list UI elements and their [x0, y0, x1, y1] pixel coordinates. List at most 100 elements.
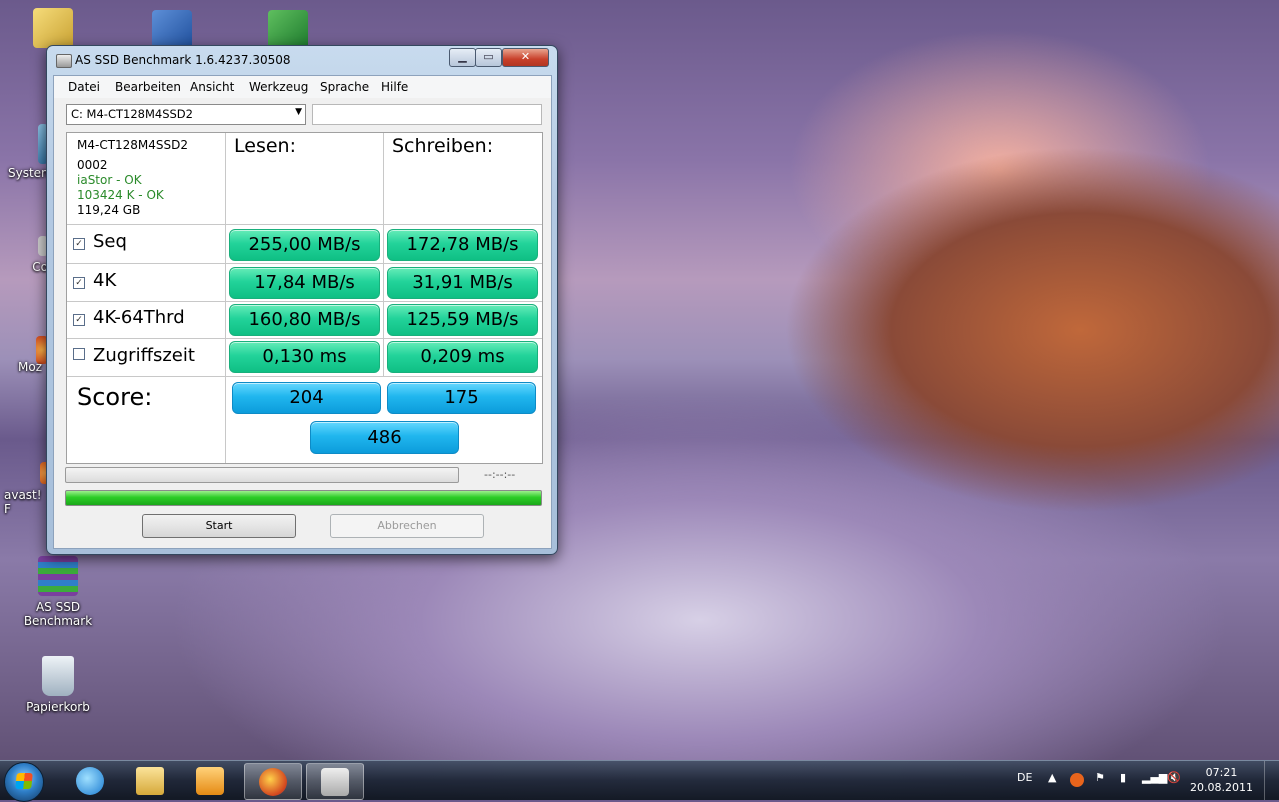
menu-sprache[interactable]: Sprache [320, 80, 369, 94]
drive-model: M4-CT128M4SSD2 [77, 138, 189, 152]
language-indicator[interactable]: DE [1017, 771, 1032, 784]
desktop-icon-label: Co [32, 260, 48, 274]
driver-status: iaStor - OK [77, 173, 142, 187]
4k-read-value: 17,84 MB/s [229, 267, 380, 299]
as-ssd-window: AS SSD Benchmark 1.6.4237.30508 ▁ ▭ ✕ Da… [46, 45, 558, 555]
score-read: 204 [232, 382, 381, 414]
access-checkbox[interactable] [73, 348, 85, 360]
recycle-bin-icon [42, 656, 74, 696]
write-header: Schreiben: [392, 135, 494, 157]
start-button[interactable] [4, 762, 44, 802]
taskbar-media-player[interactable] [182, 763, 238, 798]
test-progress-bar [65, 467, 459, 483]
score-label: Score: [77, 383, 153, 411]
word-icon [152, 10, 192, 50]
show-desktop-button[interactable] [1264, 761, 1279, 800]
access-label-text: Zugriffszeit [93, 345, 195, 366]
row-seq-label: ✓ Seq [73, 231, 127, 252]
row-4k-label-cell: ✓ 4K [67, 264, 226, 302]
4k64-label-text: 4K-64Thrd [93, 307, 185, 328]
desktop-icon-avast[interactable]: avast! F [4, 462, 50, 516]
network-icon[interactable]: ▂▄▆ [1142, 771, 1167, 784]
score-write: 175 [387, 382, 536, 414]
taskbar-as-ssd[interactable] [306, 763, 364, 800]
clock[interactable]: 07:21 20.08.2011 [1190, 765, 1253, 795]
access-read-value: 0,130 ms [229, 341, 380, 373]
start-button[interactable]: Start [142, 514, 296, 538]
media-player-icon [196, 767, 224, 795]
seq-write-value: 172,78 MB/s [387, 229, 538, 261]
menu-ansicht[interactable]: Ansicht [190, 80, 234, 94]
app-icon [56, 54, 72, 68]
access-write-value: 0,209 ms [387, 341, 538, 373]
title-bar[interactable]: AS SSD Benchmark 1.6.4237.30508 ▁ ▭ ✕ [47, 46, 557, 74]
tray-expand-icon[interactable]: ▲ [1048, 771, 1056, 784]
score-total: 486 [310, 421, 459, 454]
drive-info-cell: M4-CT128M4SSD2 0002 iaStor - OK 103424 K… [67, 133, 226, 225]
menu-werkzeug[interactable]: Werkzeug [249, 80, 308, 94]
write-header-cell: Schreiben: [384, 133, 542, 225]
avast-tray-icon[interactable] [1070, 773, 1084, 787]
winrar-icon [38, 556, 78, 596]
read-header-cell: Lesen: [226, 133, 384, 225]
elapsed-time: --:--:-- [484, 468, 516, 481]
desktop-icon-label: Papierkorb [26, 700, 90, 714]
menu-hilfe[interactable]: Hilfe [381, 80, 408, 94]
cancel-button[interactable]: Abbrechen [330, 514, 484, 538]
drive-select[interactable]: C: M4-CT128M4SSD2 ▼ [66, 104, 306, 125]
as-ssd-icon [321, 768, 349, 796]
row-4k-label: ✓ 4K [73, 270, 116, 291]
row-access-label: Zugriffszeit [73, 345, 195, 366]
taskbar-explorer[interactable] [122, 763, 178, 798]
minimize-button[interactable]: ▁ [449, 48, 476, 67]
desktop-icon-label: Systen [8, 166, 49, 180]
desktop-icon-asssd[interactable]: AS SSD Benchmark [6, 556, 110, 628]
excel-icon [268, 10, 308, 50]
seq-label-text: Seq [93, 231, 127, 252]
row-4k64-label-cell: ✓ 4K-64Thrd [67, 302, 226, 339]
alignment-status: 103424 K - OK [77, 188, 164, 202]
desktop-icon-mozilla[interactable]: Moz [18, 336, 48, 374]
desktop-icon-label: avast! F [4, 488, 42, 516]
firefox-icon [259, 768, 287, 796]
maximize-button[interactable]: ▭ [475, 48, 502, 67]
menu-datei[interactable]: Datei [68, 80, 100, 94]
clock-time: 07:21 [1205, 766, 1238, 779]
battery-icon[interactable]: ▮ [1120, 771, 1126, 784]
4k64-read-value: 160,80 MB/s [229, 304, 380, 336]
desktop-icon-label: AS SSD Benchmark [23, 600, 93, 628]
internet-explorer-icon [76, 767, 104, 795]
read-header: Lesen: [234, 135, 296, 157]
volume-muted-icon[interactable]: 🔇 [1167, 771, 1181, 784]
close-button[interactable]: ✕ [502, 48, 549, 67]
chevron-down-icon: ▼ [295, 107, 302, 117]
desktop-icon-co[interactable]: Co [28, 236, 48, 274]
folder-icon [136, 767, 164, 795]
desktop-icon-recycle-bin[interactable]: Papierkorb [18, 656, 98, 714]
overall-progress-bar [65, 490, 542, 506]
taskbar-firefox[interactable] [244, 763, 302, 800]
menu-bar: Datei Bearbeiten Ansicht Werkzeug Sprach… [54, 76, 551, 98]
flag-icon[interactable]: ⚑ [1095, 771, 1105, 784]
taskbar: DE ▲ ⚑ ▮ ▂▄▆ 🔇 07:21 20.08.2011 [0, 760, 1279, 802]
window-title: AS SSD Benchmark 1.6.4237.30508 [75, 53, 291, 67]
desktop-icon-label: Moz [18, 360, 42, 374]
seq-checkbox[interactable]: ✓ [73, 238, 85, 250]
drive-select-value: C: M4-CT128M4SSD2 [71, 107, 193, 121]
4k-checkbox[interactable]: ✓ [73, 277, 85, 289]
results-grid: M4-CT128M4SSD2 0002 iaStor - OK 103424 K… [66, 132, 543, 464]
taskbar-ie[interactable] [62, 763, 118, 798]
folder-icon [33, 8, 73, 48]
clock-date: 20.08.2011 [1190, 781, 1253, 794]
desktop-icon-system[interactable]: Systen [8, 124, 49, 180]
4k64-write-value: 125,59 MB/s [387, 304, 538, 336]
window-client: Datei Bearbeiten Ansicht Werkzeug Sprach… [53, 75, 552, 549]
4k64-checkbox[interactable]: ✓ [73, 314, 85, 326]
drive-firmware: 0002 [77, 158, 108, 172]
score-label-cell: Score: [67, 377, 226, 463]
4k-write-value: 31,91 MB/s [387, 267, 538, 299]
menu-bearbeiten[interactable]: Bearbeiten [115, 80, 181, 94]
seq-read-value: 255,00 MB/s [229, 229, 380, 261]
text-field[interactable] [312, 104, 542, 125]
drive-capacity: 119,24 GB [77, 203, 141, 217]
